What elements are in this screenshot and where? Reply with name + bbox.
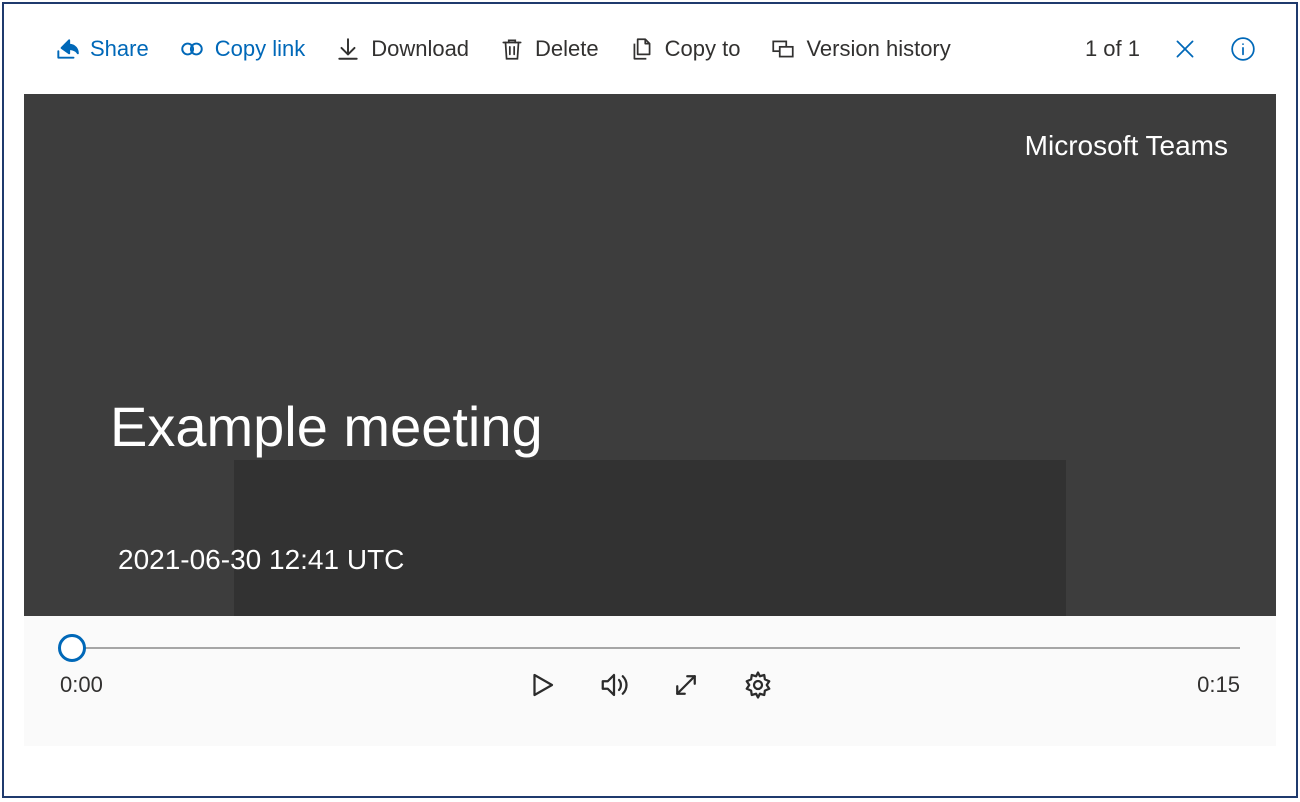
copy-to-button[interactable]: Copy to <box>629 36 741 62</box>
trash-icon <box>499 36 525 62</box>
delete-label: Delete <box>535 36 599 62</box>
toolbar-right: 1 of 1 <box>1085 36 1256 62</box>
version-history-label: Version history <box>806 36 950 62</box>
copy-to-label: Copy to <box>665 36 741 62</box>
close-button[interactable] <box>1172 36 1198 62</box>
volume-button[interactable] <box>599 670 629 700</box>
copy-link-label: Copy link <box>215 36 305 62</box>
player-controls: 0:00 <box>24 616 1276 746</box>
page-indicator: 1 of 1 <box>1085 36 1140 62</box>
app-frame: Share Copy link Download <box>2 2 1298 798</box>
video-preview[interactable]: Microsoft Teams Example meeting 2021-06-… <box>24 94 1276 616</box>
video-overlay-band <box>234 460 1066 618</box>
seek-bar[interactable] <box>60 634 1240 662</box>
delete-button[interactable]: Delete <box>499 36 599 62</box>
download-button[interactable]: Download <box>335 36 469 62</box>
play-button[interactable] <box>527 670 557 700</box>
share-arrow-icon <box>54 36 80 62</box>
seek-track-line <box>60 647 1240 649</box>
current-time-label: 0:00 <box>60 672 180 698</box>
share-button[interactable]: Share <box>54 36 149 62</box>
copy-link-button[interactable]: Copy link <box>179 36 305 62</box>
duration-label: 0:15 <box>1120 672 1240 698</box>
version-history-button[interactable]: Version history <box>770 36 950 62</box>
seek-thumb[interactable] <box>58 634 86 662</box>
download-icon <box>335 36 361 62</box>
top-toolbar: Share Copy link Download <box>4 4 1296 94</box>
link-icon <box>179 36 205 62</box>
share-label: Share <box>90 36 149 62</box>
info-button[interactable] <box>1230 36 1256 62</box>
version-history-icon <box>770 36 796 62</box>
video-brand-label: Microsoft Teams <box>1025 130 1228 162</box>
fullscreen-button[interactable] <box>671 670 701 700</box>
settings-button[interactable] <box>743 670 773 700</box>
video-timestamp: 2021-06-30 12:41 UTC <box>118 544 404 576</box>
copy-icon <box>629 36 655 62</box>
download-label: Download <box>371 36 469 62</box>
video-title: Example meeting <box>110 394 543 459</box>
